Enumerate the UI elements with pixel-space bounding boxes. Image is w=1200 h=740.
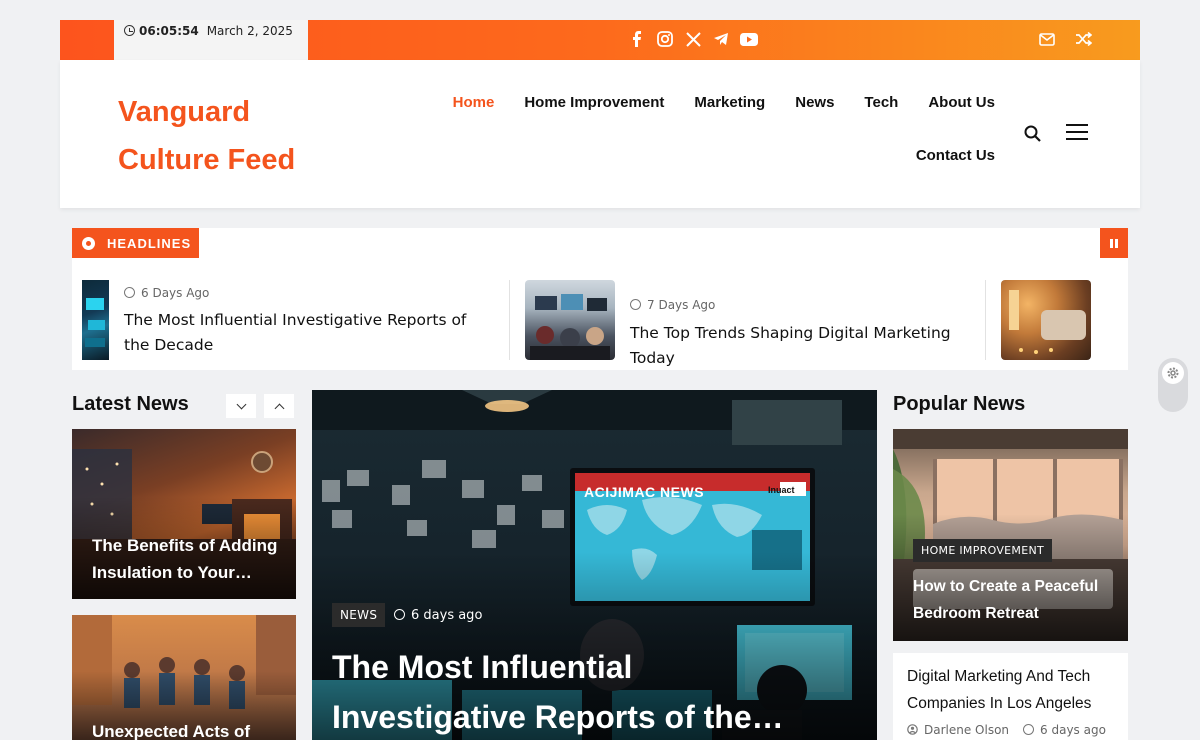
nav-marketing[interactable]: Marketing	[694, 94, 765, 111]
popular-card-title[interactable]: How to Create a Peaceful Bedroom Retreat	[913, 573, 1113, 627]
latest-card-title[interactable]: Unexpected Acts of	[92, 720, 287, 740]
logo-line-1: Vanguard	[118, 96, 251, 128]
ticker-item[interactable]: 6 Days Ago The Most Influential Investig…	[82, 280, 502, 360]
post-date: 6 days ago	[1023, 723, 1106, 737]
current-date: March 2, 2025	[206, 24, 293, 38]
record-icon	[82, 236, 95, 250]
popular-list-title[interactable]: Digital Marketing And Tech Companies In …	[907, 663, 1114, 717]
social-links	[628, 30, 758, 48]
ticker-meta: 6 Days Ago	[124, 286, 209, 300]
ticker-title[interactable]: The Top Trends Shaping Digital Marketing…	[630, 321, 985, 371]
chevron-down-icon	[236, 399, 246, 409]
ticker-thumb	[525, 280, 615, 360]
clock-icon	[124, 287, 135, 298]
nav-home-improvement[interactable]: Home Improvement	[524, 94, 664, 111]
ticker-title[interactable]: The Most Influential Investigative Repor…	[124, 308, 494, 358]
nav-tech[interactable]: Tech	[864, 94, 898, 111]
main-nav: Home Home Improvement Marketing News Tec…	[430, 94, 995, 164]
hamburger-menu-icon[interactable]	[1066, 124, 1088, 142]
nav-row-2: Contact Us	[430, 147, 995, 164]
clock-icon	[630, 299, 641, 310]
popular-card[interactable]: HOME IMPROVEMENT How to Create a Peacefu…	[893, 429, 1128, 641]
nav-contact-us[interactable]: Contact Us	[916, 147, 995, 164]
nav-home[interactable]: Home	[453, 94, 495, 111]
clock-icon	[124, 25, 135, 36]
top-right-actions	[1038, 30, 1092, 48]
featured-meta: 6 days ago	[394, 608, 482, 623]
youtube-icon[interactable]	[740, 30, 758, 48]
screen-corner-text: Inuact	[768, 485, 795, 495]
current-time: 06:05:54	[139, 24, 199, 38]
chevron-up-icon	[274, 403, 284, 413]
logo-line-2: Culture Feed	[118, 144, 296, 176]
featured-title-line-2: Investigative Reports of the…	[332, 699, 784, 735]
clock-icon	[1023, 724, 1035, 735]
screen-headline: ACIJIMAC NEWS	[584, 484, 705, 500]
ticker-item[interactable]: 7 Days Ago The Top Trends Shaping Digita…	[525, 280, 985, 367]
category-badge[interactable]: HOME IMPROVEMENT	[913, 539, 1053, 562]
ticker-thumb	[1001, 280, 1091, 360]
shuffle-icon[interactable]	[1074, 30, 1092, 48]
nav-news[interactable]: News	[795, 94, 834, 111]
pause-button[interactable]	[1100, 228, 1128, 258]
latest-card[interactable]: Unexpected Acts of	[72, 615, 296, 740]
ticker-meta: 7 Days Ago	[630, 298, 715, 312]
popular-list-meta: Darlene Olson 6 days ago	[907, 723, 1114, 737]
nav-about-us[interactable]: About Us	[928, 94, 995, 111]
popular-list-item[interactable]: Digital Marketing And Tech Companies In …	[893, 653, 1128, 740]
x-icon[interactable]	[684, 30, 702, 48]
ticker-item[interactable]	[1001, 280, 1128, 360]
featured-title[interactable]: The Most Influential Investigative Repor…	[332, 642, 862, 740]
headlines-label: HEADLINES	[72, 228, 199, 258]
top-bar: 06:05:54 March 2, 2025	[60, 20, 1140, 60]
search-icon[interactable]	[1023, 124, 1043, 144]
date-time: 06:05:54 March 2, 2025	[114, 20, 308, 60]
headlines-ticker: HEADLINES 6 Days Ago The Most Influentia…	[72, 228, 1128, 370]
site-header: Vanguard Culture Feed Home Home Improvem…	[60, 60, 1140, 208]
settings-widget[interactable]	[1158, 358, 1188, 412]
scroll-down-button[interactable]	[226, 394, 256, 418]
featured-title-line-1: The Most Influential	[332, 649, 633, 685]
category-badge[interactable]: NEWS	[332, 603, 386, 627]
latest-card-title[interactable]: The Benefits of Adding Insulation to You…	[92, 532, 287, 586]
clock-icon	[394, 609, 405, 620]
ticker-divider	[985, 280, 986, 360]
nav-row-1: Home Home Improvement Marketing News Tec…	[430, 94, 995, 111]
instagram-icon[interactable]	[656, 30, 674, 48]
gear-icon[interactable]	[1162, 362, 1184, 384]
popular-news-heading: Popular News	[893, 393, 1026, 415]
telegram-icon[interactable]	[712, 30, 730, 48]
latest-card[interactable]: The Benefits of Adding Insulation to You…	[72, 429, 296, 599]
ticker-divider	[509, 280, 510, 360]
latest-news-heading: Latest News	[72, 393, 189, 415]
mail-icon[interactable]	[1038, 30, 1056, 48]
user-icon	[907, 724, 918, 735]
author[interactable]: Darlene Olson	[907, 723, 1009, 737]
site-logo[interactable]: Vanguard Culture Feed	[118, 88, 318, 184]
featured-card[interactable]: ACIJIMAC NEWS Inuact NEWS 6 days ago The…	[312, 390, 877, 740]
scroll-up-button[interactable]	[264, 394, 294, 418]
headlines-label-text: HEADLINES	[107, 235, 192, 251]
ticker-thumb	[82, 280, 109, 360]
facebook-icon[interactable]	[628, 30, 646, 48]
